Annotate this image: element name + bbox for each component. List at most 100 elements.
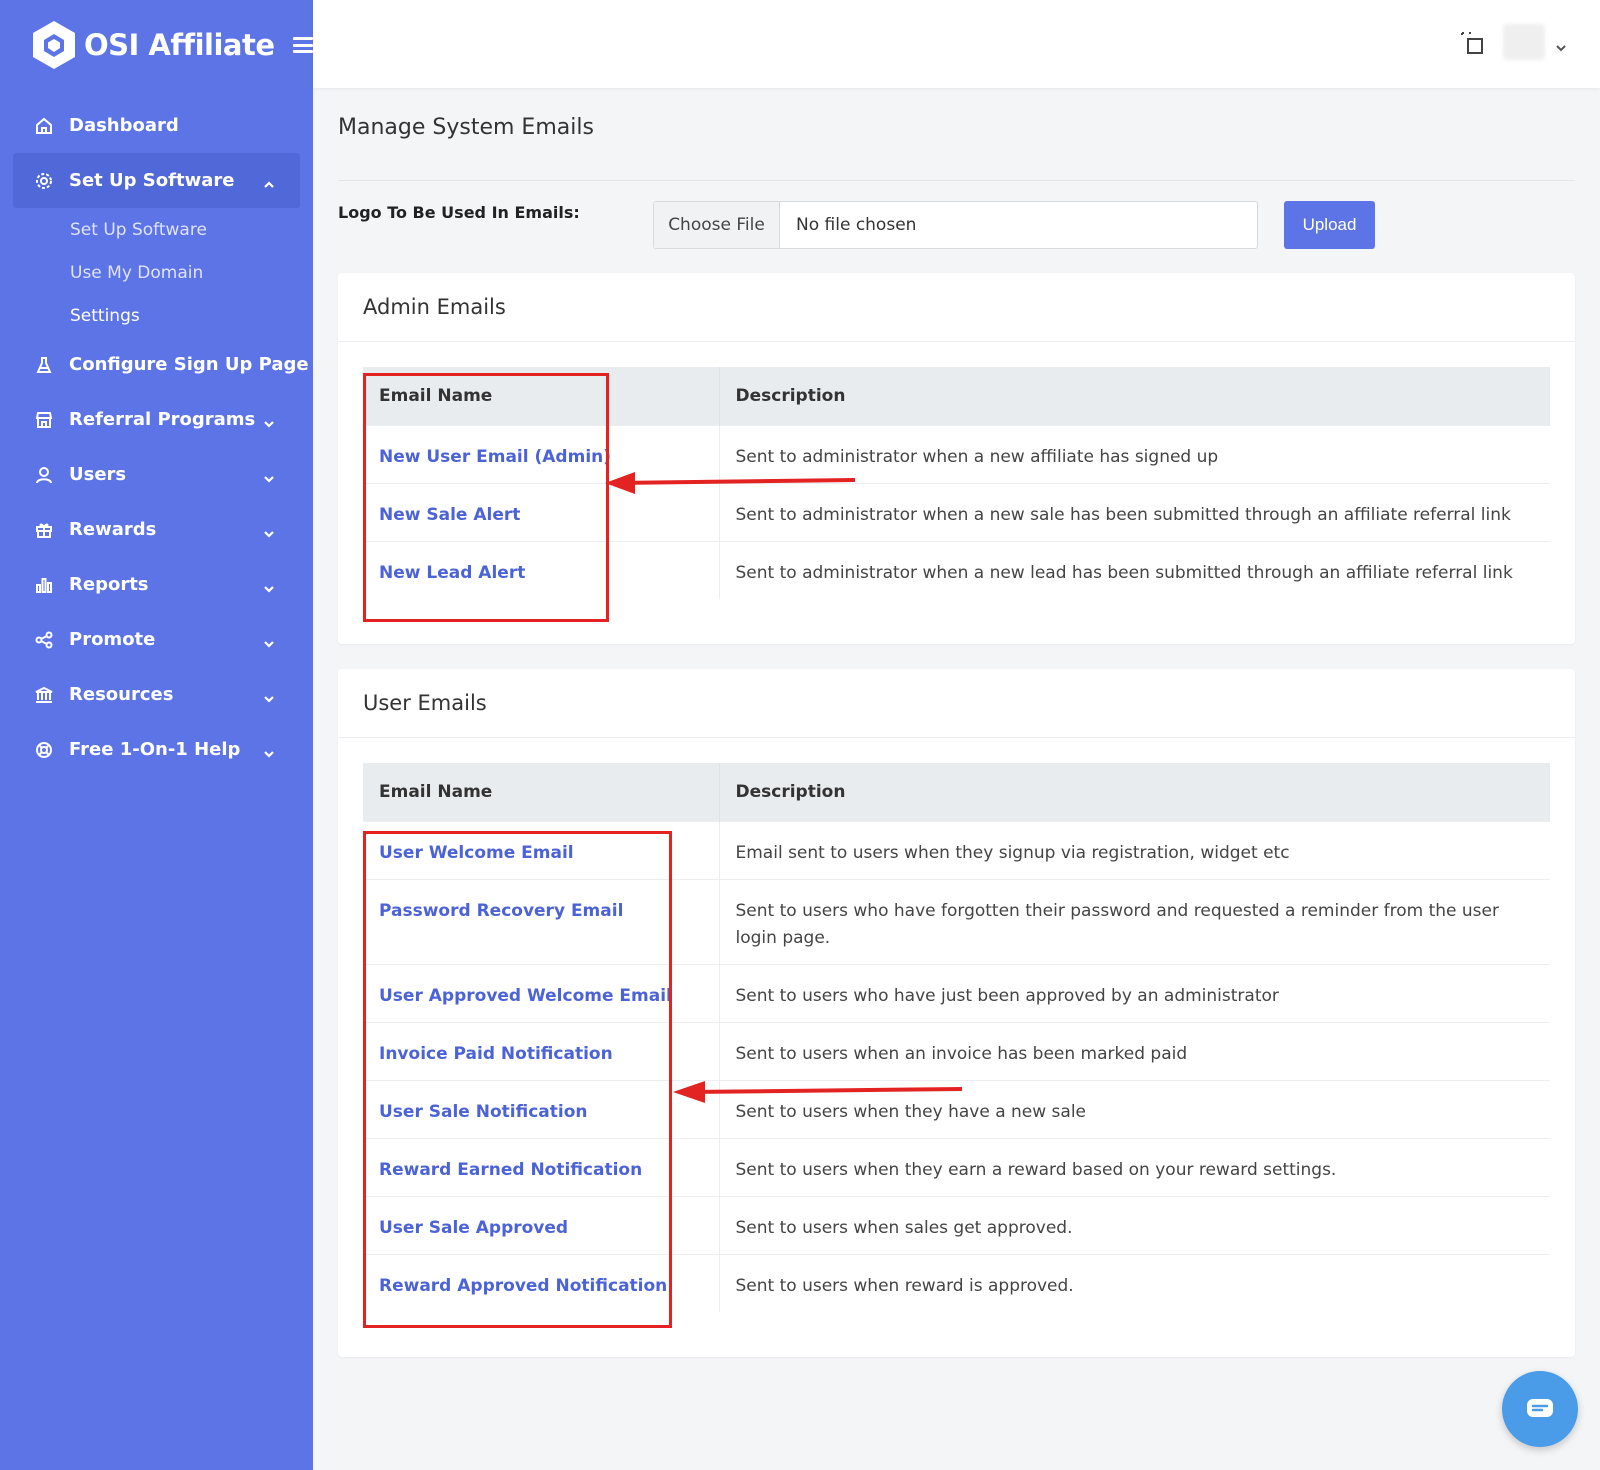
email-name-cell: Reward Earned Notification (363, 1137, 719, 1196)
description-cell: Sent to administrator when a new affilia… (718, 424, 1550, 483)
sidebar-item-label: Rewards (69, 519, 157, 540)
sidebar-item-label: Configure Sign Up Page (69, 354, 309, 375)
bar-chart-icon (35, 576, 53, 594)
chevron-down-icon (263, 579, 275, 593)
sidebar-item-rewards[interactable]: Rewards (0, 502, 313, 557)
table-row: User Sale Approved Sent to users when sa… (363, 1195, 1550, 1254)
store-icon (35, 411, 53, 429)
sidebar-subnav: Set Up Software Use My Domain Settings (0, 208, 313, 337)
chevron-up-icon (263, 175, 275, 188)
chevron-down-icon[interactable] (1556, 38, 1566, 52)
user-emails-card: User Emails Email Name Description User … (338, 669, 1575, 1357)
sidebar-item-label: Set Up Software (69, 170, 235, 191)
admin-emails-table: Email Name Description New User Email (A… (363, 367, 1550, 599)
brand-name: OSI Affiliate (84, 28, 275, 62)
table-header-row: Email Name Description (363, 763, 1550, 821)
description-cell: Email sent to users when they signup via… (718, 820, 1550, 879)
email-name-cell: Invoice Paid Notification (363, 1021, 719, 1080)
gear-icon (35, 172, 53, 190)
sidebar-item-label: Resources (69, 684, 174, 705)
sidebar-item-label: Referral Programs (69, 409, 256, 430)
email-link-user-sale-approved[interactable]: User Sale Approved (379, 1218, 568, 1238)
admin-emails-card: Admin Emails Email Name Description New … (338, 273, 1575, 644)
user-icon (35, 466, 53, 484)
sidebar-item-label: Users (69, 464, 127, 485)
sidebar-item-label: Reports (69, 574, 149, 595)
table-row: Password Recovery Email Sent to users wh… (363, 878, 1550, 964)
email-name-cell: User Sale Notification (363, 1079, 719, 1138)
sidebar-item-label: Promote (69, 629, 156, 650)
chevron-down-icon (263, 414, 275, 428)
email-link-invoice-paid[interactable]: Invoice Paid Notification (379, 1044, 613, 1064)
email-link-new-user-admin[interactable]: New User Email (Admin) (379, 447, 611, 467)
description-cell: Sent to administrator when a new lead ha… (718, 540, 1550, 599)
description-cell: Sent to users when sales get approved. (718, 1195, 1550, 1254)
column-header-description: Description (718, 763, 1550, 821)
sidebar-item-dashboard[interactable]: Dashboard (0, 98, 313, 153)
email-link-reward-earned[interactable]: Reward Earned Notification (379, 1160, 642, 1180)
chat-button[interactable] (1502, 1371, 1578, 1447)
table-row: New Lead Alert Sent to administrator whe… (363, 540, 1550, 599)
description-cell: Sent to administrator when a new sale ha… (718, 482, 1550, 541)
sidebar-nav: Dashboard Set Up Software (0, 90, 313, 208)
chevron-down-icon (263, 469, 275, 483)
card-body: Email Name Description User Welcome Emai… (338, 738, 1575, 1357)
sidebar-item-referral-programs[interactable]: Referral Programs (0, 392, 313, 447)
email-name-cell: New Lead Alert (363, 540, 719, 599)
email-link-new-sale-alert[interactable]: New Sale Alert (379, 505, 520, 525)
description-cell: Sent to users when an invoice has been m… (718, 1021, 1550, 1080)
sidebar-item-configure-sign-up-page[interactable]: Configure Sign Up Page (0, 337, 313, 392)
sidebar-item-set-up-software[interactable]: Set Up Software (13, 153, 300, 208)
email-name-cell: Password Recovery Email (363, 878, 719, 964)
sidebar-item-promote[interactable]: Promote (0, 612, 313, 667)
table-row: User Welcome Email Email sent to users w… (363, 820, 1550, 879)
email-name-cell: User Welcome Email (363, 820, 719, 879)
email-name-cell: Reward Approved Notification (363, 1253, 719, 1312)
email-link-user-sale-notification[interactable]: User Sale Notification (379, 1102, 588, 1122)
table-row: User Approved Welcome Email Sent to user… (363, 963, 1550, 1022)
main-content: Manage System Emails Logo To Be Used In … (338, 88, 1575, 1357)
avatar[interactable] (1503, 24, 1545, 60)
email-link-user-welcome[interactable]: User Welcome Email (379, 843, 574, 863)
email-name-cell: New Sale Alert (363, 482, 719, 541)
gift-icon (35, 521, 53, 539)
email-link-new-lead-alert[interactable]: New Lead Alert (379, 563, 525, 583)
table-row: User Sale Notification Sent to users whe… (363, 1079, 1550, 1138)
sidebar-item-reports[interactable]: Reports (0, 557, 313, 612)
email-link-user-approved-welcome[interactable]: User Approved Welcome Email (379, 986, 672, 1006)
logo-upload-label: Logo To Be Used In Emails: (338, 203, 580, 222)
email-link-password-recovery[interactable]: Password Recovery Email (379, 901, 623, 921)
chevron-down-icon (263, 634, 275, 648)
column-header-email-name: Email Name (363, 367, 719, 425)
email-link-reward-approved[interactable]: Reward Approved Notification (379, 1276, 667, 1296)
card-title: Admin Emails (338, 273, 1575, 342)
brand: OSI Affiliate (0, 0, 313, 90)
brand-logo-icon (33, 21, 75, 69)
description-cell: Sent to users who have forgotten their p… (718, 878, 1550, 964)
sidebar: OSI Affiliate Dashboard Set Up Software … (0, 0, 313, 1470)
description-cell: Sent to users who have just been approve… (718, 963, 1550, 1022)
sidebar-item-free-help[interactable]: Free 1-On-1 Help (0, 722, 313, 777)
email-name-cell: User Approved Welcome Email (363, 963, 719, 1022)
chevron-down-icon (263, 524, 275, 538)
chevron-down-icon (263, 744, 275, 758)
fullscreen-icon[interactable] (1459, 30, 1485, 56)
topbar (313, 0, 1600, 88)
subnav-item-set-up-software[interactable]: Set Up Software (0, 208, 313, 251)
hamburger-menu-icon[interactable] (292, 37, 313, 53)
subnav-item-settings[interactable]: Settings (0, 294, 313, 337)
subnav-item-use-my-domain[interactable]: Use My Domain (0, 251, 313, 294)
chat-icon (1527, 1399, 1553, 1417)
file-input[interactable]: Choose File No file chosen (653, 201, 1258, 249)
logo-upload-row: Logo To Be Used In Emails: Choose File N… (338, 181, 1575, 273)
choose-file-button[interactable]: Choose File (654, 202, 780, 248)
share-icon (35, 631, 53, 649)
flask-icon (35, 356, 53, 374)
sidebar-item-label: Dashboard (69, 115, 179, 136)
sidebar-item-resources[interactable]: Resources (0, 667, 313, 722)
column-header-email-name: Email Name (363, 763, 719, 821)
sidebar-item-users[interactable]: Users (0, 447, 313, 502)
file-status: No file chosen (796, 215, 917, 235)
upload-button[interactable]: Upload (1284, 201, 1375, 249)
page-title: Manage System Emails (338, 115, 594, 140)
